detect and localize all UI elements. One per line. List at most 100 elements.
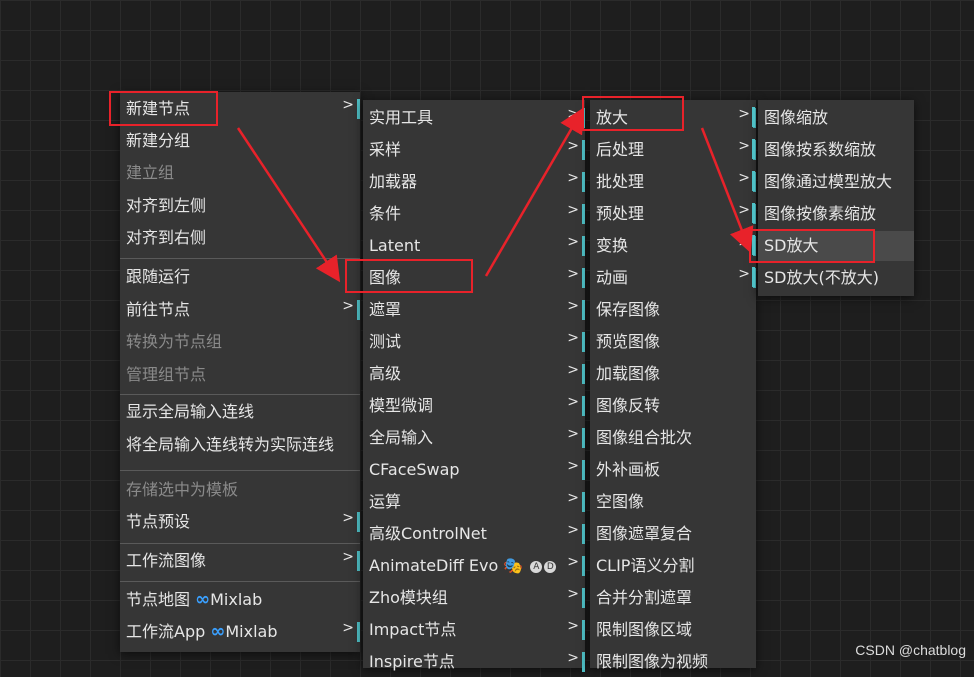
submenu-indicator bbox=[582, 172, 585, 192]
menu-item-empty-image[interactable]: 空图像 bbox=[590, 487, 756, 517]
menu-item-upscale-with-model[interactable]: 图像通过模型放大 bbox=[758, 167, 914, 197]
infinity-icon: ∞ bbox=[195, 589, 211, 610]
submenu-indicator bbox=[357, 622, 360, 642]
menu-item-workflow-image[interactable]: 工作流图像 > bbox=[120, 546, 360, 576]
highlight-sd-upscale bbox=[749, 229, 875, 263]
chevron-right-icon: > bbox=[567, 490, 579, 506]
submenu-indicator bbox=[582, 204, 585, 224]
chevron-right-icon: > bbox=[738, 202, 750, 218]
chevron-right-icon: > bbox=[567, 298, 579, 314]
menu-item-outpaint-pad[interactable]: 外补画板 bbox=[590, 455, 756, 485]
submenu-indicator bbox=[582, 140, 585, 160]
chevron-right-icon: > bbox=[342, 298, 354, 314]
submenu-indicator bbox=[752, 267, 755, 287]
submenu-indicator bbox=[582, 460, 585, 480]
badge-a: A bbox=[530, 560, 543, 573]
submenu-indicator bbox=[582, 556, 585, 576]
menu-item-mask[interactable]: 遮罩 > bbox=[363, 295, 585, 325]
menu-item-preview-image[interactable]: 预览图像 bbox=[590, 327, 756, 357]
menu-item-create-group: 建立组 bbox=[126, 163, 175, 182]
menu-item-manage-group: 管理组节点 bbox=[126, 365, 207, 384]
highlight-upscale bbox=[582, 96, 684, 131]
menu-item-preprocess[interactable]: 预处理 > bbox=[590, 199, 756, 229]
submenu-indicator bbox=[582, 300, 585, 320]
submenu-new-node: 实用工具 > 采样 > 加载器 > 条件 > Latent > 图像 > 遮罩 > 测试 > 高… bbox=[363, 100, 585, 672]
chevron-right-icon: > bbox=[342, 97, 354, 113]
menu-item-load-image[interactable]: 加载图像 bbox=[590, 359, 756, 389]
menu-item-save-image[interactable]: 保存图像 bbox=[590, 295, 756, 325]
submenu-indicator bbox=[582, 620, 585, 640]
menu-item-postprocess[interactable]: 后处理 > bbox=[590, 135, 756, 165]
menu-item-advanced[interactable]: 高级 > bbox=[363, 359, 585, 389]
menu-item-animation[interactable]: 动画 > bbox=[590, 263, 756, 293]
menu-item-animatediff-evo[interactable]: AnimateDiff Evo 🎭 AD > bbox=[363, 551, 585, 581]
menu-item-image-scale-by[interactable]: 图像按系数缩放 bbox=[758, 135, 914, 165]
menu-item-invert-image[interactable]: 图像反转 bbox=[590, 391, 756, 421]
menu-item-clipseg[interactable]: CLIP语义分割 bbox=[590, 551, 756, 581]
menu-item-workflow-app[interactable]: 工作流App ∞Mixlab > bbox=[120, 617, 360, 647]
chevron-right-icon: > bbox=[342, 510, 354, 526]
submenu-indicator bbox=[752, 171, 755, 191]
menu-item-image-scale[interactable]: 图像缩放 bbox=[758, 103, 914, 133]
chevron-right-icon: > bbox=[567, 554, 579, 570]
theater-masks-icon: 🎭 bbox=[503, 556, 524, 575]
menu-item-sd-upscale-no-upscale[interactable]: SD放大(不放大) bbox=[758, 263, 914, 293]
menu-item-transform[interactable]: 变换 > bbox=[590, 231, 756, 261]
menu-item-cfaceswap[interactable]: CFaceSwap > bbox=[363, 455, 585, 485]
menu-item-model-finetune[interactable]: 模型微调 > bbox=[363, 391, 585, 421]
submenu-indicator bbox=[357, 512, 360, 532]
submenu-upscale: 图像缩放 图像按系数缩放 图像通过模型放大 图像按像素缩放 SD放大 SD放大(… bbox=[758, 100, 914, 296]
menu-item-utilities[interactable]: 实用工具 > bbox=[363, 103, 585, 133]
menu-item-convert-global-links[interactable]: 将全局输入连线转为实际连线 bbox=[120, 430, 360, 460]
highlight-image bbox=[345, 259, 473, 293]
menu-item-constrain-video[interactable]: 限制图像为视频 bbox=[590, 647, 756, 677]
menu-separator bbox=[120, 258, 360, 259]
menu-item-goto-node[interactable]: 前往节点 > bbox=[120, 295, 360, 325]
badge-d: D bbox=[544, 560, 557, 573]
menu-item-operations[interactable]: 运算 > bbox=[363, 487, 585, 517]
menu-item-conditioning[interactable]: 条件 > bbox=[363, 199, 585, 229]
menu-item-impact-nodes[interactable]: Impact节点 > bbox=[363, 615, 585, 645]
chevron-right-icon: > bbox=[567, 650, 579, 666]
menu-item-constrain-region[interactable]: 限制图像区域 bbox=[590, 615, 756, 645]
chevron-right-icon: > bbox=[567, 202, 579, 218]
watermark: CSDN @chatblog bbox=[855, 642, 966, 658]
menu-item-node-presets[interactable]: 节点预设 > bbox=[120, 507, 360, 537]
submenu-indicator bbox=[582, 428, 585, 448]
menu-item-testing[interactable]: 测试 > bbox=[363, 327, 585, 357]
menu-item-align-right[interactable]: 对齐到右侧 bbox=[120, 223, 360, 253]
highlight-new-node bbox=[109, 91, 218, 126]
menu-item-batch[interactable]: 批处理 > bbox=[590, 167, 756, 197]
menu-separator bbox=[120, 581, 360, 582]
chevron-right-icon: > bbox=[738, 170, 750, 186]
chevron-right-icon: > bbox=[738, 106, 750, 122]
menu-item-latent[interactable]: Latent > bbox=[363, 231, 585, 261]
menu-separator bbox=[120, 470, 360, 471]
chevron-right-icon: > bbox=[567, 266, 579, 282]
chevron-right-icon: > bbox=[567, 362, 579, 378]
menu-item-combine-seg-masks[interactable]: 合并分割遮罩 bbox=[590, 583, 756, 613]
submenu-indicator bbox=[582, 524, 585, 544]
menu-item-follow-run[interactable]: 跟随运行 bbox=[120, 262, 360, 292]
menu-item-show-global-links[interactable]: 显示全局输入连线 bbox=[120, 397, 360, 427]
chevron-right-icon: > bbox=[567, 138, 579, 154]
chevron-right-icon: > bbox=[567, 618, 579, 634]
menu-item-inspire-nodes[interactable]: Inspire节点 > bbox=[363, 647, 585, 677]
chevron-right-icon: > bbox=[567, 106, 579, 122]
menu-item-loaders[interactable]: 加载器 > bbox=[363, 167, 585, 197]
submenu-indicator bbox=[582, 332, 585, 352]
menu-item-new-group[interactable]: 新建分组 bbox=[120, 126, 360, 156]
menu-item-sampling[interactable]: 采样 > bbox=[363, 135, 585, 165]
menu-separator bbox=[120, 394, 360, 395]
menu-item-global-input[interactable]: 全局输入 > bbox=[363, 423, 585, 453]
menu-item-image-batch[interactable]: 图像组合批次 bbox=[590, 423, 756, 453]
menu-item-image-mask-composite[interactable]: 图像遮罩复合 bbox=[590, 519, 756, 549]
menu-item-scale-to-megapixels[interactable]: 图像按像素缩放 bbox=[758, 199, 914, 229]
submenu-indicator bbox=[357, 300, 360, 320]
menu-item-advanced-controlnet[interactable]: 高级ControlNet > bbox=[363, 519, 585, 549]
menu-item-align-left[interactable]: 对齐到左侧 bbox=[120, 191, 360, 221]
menu-item-zho-modules[interactable]: Zho模块组 > bbox=[363, 583, 585, 613]
menu-item-node-map[interactable]: 节点地图 ∞Mixlab bbox=[120, 585, 360, 615]
menu-item-save-template: 存储选中为模板 bbox=[126, 480, 239, 499]
submenu-image: 放大 > 后处理 > 批处理 > 预处理 > 变换 > 动画 > 保存图像 预览图像 加载图… bbox=[590, 100, 756, 671]
